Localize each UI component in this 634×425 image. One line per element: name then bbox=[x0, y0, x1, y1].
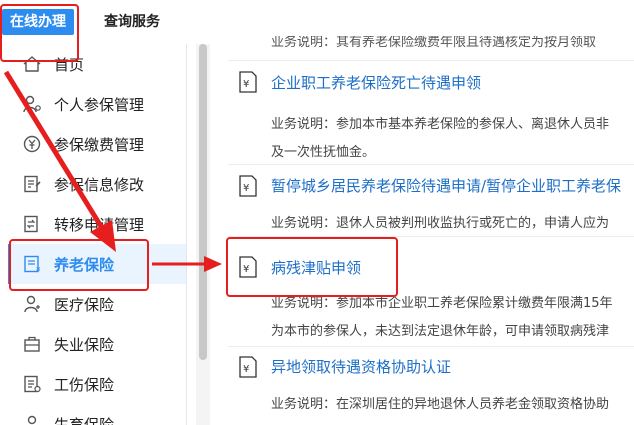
service-title-suspend-pension[interactable]: 暂停城乡居民养老保险待遇申请/暂停企业职工养老保 bbox=[271, 175, 621, 196]
sidebar-item-label: 工伤保险 bbox=[54, 375, 115, 394]
sidebar-item-transfer[interactable]: 转移申请管理 bbox=[8, 204, 186, 244]
sidebar-item-label: 失业保险 bbox=[54, 335, 115, 354]
user-gear-icon bbox=[20, 92, 44, 116]
divider bbox=[228, 346, 634, 347]
sidebar-item-label: 医疗保险 bbox=[54, 295, 115, 314]
yuan-document-icon: ¥ bbox=[238, 71, 258, 93]
yuan-document-icon: ¥ bbox=[238, 356, 258, 378]
service-desc: 业务说明：参加本市基本养老保险的参保人、离退休人员非 bbox=[271, 117, 610, 132]
divider bbox=[228, 164, 634, 165]
sidebar-item-label: 参保信息修改 bbox=[54, 175, 145, 194]
sidebar-item-label: 转移申请管理 bbox=[54, 215, 145, 234]
service-desc-partial: 业务说明：其有养老保险缴费年限且待遇核定为按月领取 bbox=[271, 36, 597, 50]
transfer-icon bbox=[20, 212, 44, 236]
svg-text:¥: ¥ bbox=[243, 79, 249, 90]
edit-document-icon bbox=[20, 172, 44, 196]
service-desc: 业务说明：退休人员被判刑收监执行或死亡的，申请人应为 bbox=[271, 216, 610, 231]
annotation-box-pension bbox=[9, 239, 149, 291]
service-desc: 及一次性抚恤金。 bbox=[271, 145, 376, 160]
sidebar-item-injury[interactable]: 工伤保险 bbox=[8, 364, 186, 404]
sidebar-item-label: 个人参保管理 bbox=[54, 95, 145, 114]
service-list: 业务说明：其有养老保险缴费年限且待遇核定为按月领取 ¥ 企业职工养老保险死亡待遇… bbox=[228, 36, 634, 425]
sidebar-item-maternity[interactable]: 生育保险 bbox=[8, 404, 186, 425]
sidebar-item-unemployment[interactable]: 失业保险 bbox=[8, 324, 186, 364]
payment-icon bbox=[20, 132, 44, 156]
sidebar-item-payment[interactable]: 参保缴费管理 bbox=[8, 124, 186, 164]
sidebar-item-personal-enrollment[interactable]: 个人参保管理 bbox=[8, 84, 186, 124]
svg-text:¥: ¥ bbox=[243, 183, 249, 194]
injury-document-icon bbox=[20, 372, 44, 396]
service-title-death-benefit[interactable]: 企业职工养老保险死亡待遇申领 bbox=[271, 72, 481, 93]
annotation-box-online-tab bbox=[0, 4, 79, 62]
tab-query-service[interactable]: 查询服务 bbox=[104, 9, 160, 35]
maternity-icon bbox=[20, 412, 44, 425]
sidebar-item-info-modify[interactable]: 参保信息修改 bbox=[8, 164, 186, 204]
sidebar: 首页 个人参保管理 参保缴费管理 参保信息修改 转移申请管理 ¥ 养老保险 医疗… bbox=[8, 44, 187, 425]
medical-user-icon bbox=[20, 292, 44, 316]
briefcase-icon bbox=[20, 332, 44, 356]
sidebar-item-label: 生育保险 bbox=[54, 415, 115, 425]
sidebar-item-label: 参保缴费管理 bbox=[54, 135, 145, 154]
page: 在线办理 查询服务 首页 个人参保管理 参保缴费管理 参保信息修改 转移申请管理… bbox=[0, 0, 634, 425]
service-desc: 业务说明：在深圳居住的异地退休人员养老金领取资格协助 bbox=[271, 397, 610, 412]
svg-text:¥: ¥ bbox=[243, 364, 249, 375]
yuan-document-icon: ¥ bbox=[238, 175, 258, 197]
annotation-box-disability bbox=[226, 237, 398, 297]
service-title-remote-qualification[interactable]: 异地领取待遇资格协助认证 bbox=[271, 356, 451, 377]
service-desc: 为本市的参保人，未达到法定退休年龄，可申请领取病残津 bbox=[271, 324, 610, 339]
divider bbox=[228, 60, 634, 61]
sidebar-scrollbar-thumb[interactable] bbox=[199, 44, 207, 360]
